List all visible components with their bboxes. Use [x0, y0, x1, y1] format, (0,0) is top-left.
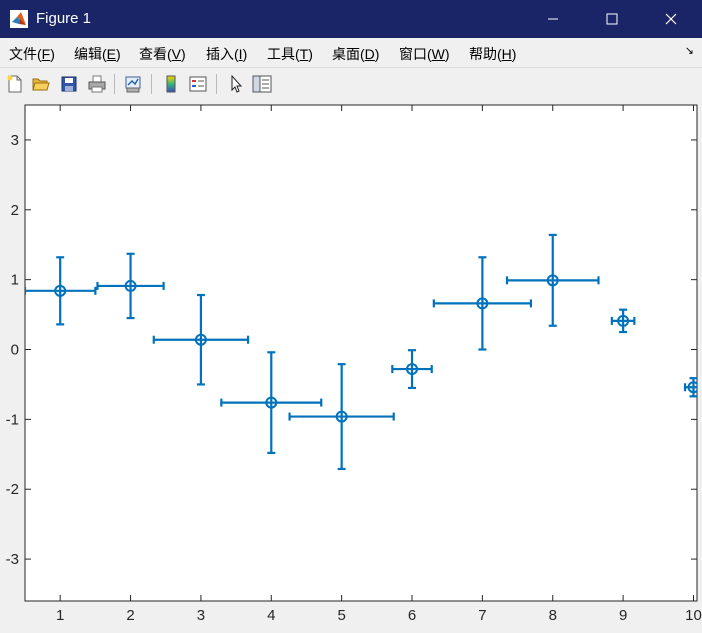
close-button[interactable] [648, 0, 694, 38]
x-tick-label: 8 [549, 607, 557, 624]
pointer-icon [231, 75, 243, 93]
toolbar [0, 67, 702, 102]
menu-overflow-icon[interactable]: ↘ [685, 44, 694, 57]
link-plot-button[interactable] [122, 73, 144, 95]
menu-tools[interactable]: 工具(T) [267, 44, 313, 64]
axes-box [24, 104, 698, 602]
menu-file[interactable]: 文件(F) [9, 44, 55, 64]
x-tick-label: 4 [267, 607, 275, 624]
x-tick-label: 5 [337, 607, 345, 624]
menu-window[interactable]: 窗口(W) [399, 44, 450, 64]
x-tick-label: 9 [619, 607, 627, 624]
y-tick-label: -3 [6, 551, 19, 568]
toolbar-separator [151, 74, 152, 94]
maximize-icon [606, 13, 618, 25]
y-tick-label: 3 [11, 132, 19, 149]
colorbar-button[interactable] [160, 73, 182, 95]
menu-help[interactable]: 帮助(H) [469, 44, 516, 64]
minimize-button[interactable] [530, 0, 576, 38]
print-button[interactable] [86, 73, 108, 95]
y-tick-label: -1 [6, 411, 19, 428]
property-inspector-button[interactable] [251, 73, 273, 95]
title-bar: Figure 1 [0, 0, 702, 38]
y-tick-label: 2 [11, 202, 19, 219]
x-tick-label: 1 [56, 607, 64, 624]
y-tick-label: -2 [6, 481, 19, 498]
property-inspector-icon [252, 75, 272, 93]
errorbar-chart[interactable]: 1 2 3 4 5 6 7 8 9 10 -3 -2 -1 0 1 2 3 [0, 101, 702, 628]
x-tick-label: 10 [685, 607, 702, 624]
legend-button[interactable] [187, 73, 209, 95]
menu-view[interactable]: 查看(V) [139, 44, 186, 64]
toolbar-separator [216, 74, 217, 94]
new-figure-icon [7, 75, 22, 93]
x-tick-label: 2 [126, 607, 134, 624]
toolbar-separator [114, 74, 115, 94]
menu-insert[interactable]: 插入(I) [206, 44, 247, 64]
link-plot-icon [125, 76, 141, 93]
save-button[interactable] [58, 73, 80, 95]
open-file-button[interactable] [30, 73, 52, 95]
minimize-icon [548, 18, 558, 20]
matlab-logo-icon [10, 10, 28, 28]
menu-edit[interactable]: 编辑(E) [74, 44, 121, 64]
pointer-button[interactable] [225, 73, 247, 95]
close-icon [665, 13, 677, 25]
print-icon [88, 75, 106, 93]
x-tick-label: 7 [478, 607, 486, 624]
x-tick-label: 3 [197, 607, 205, 624]
maximize-button[interactable] [589, 0, 635, 38]
save-icon [61, 76, 77, 92]
x-tick-label: 6 [408, 607, 416, 624]
menu-desktop[interactable]: 桌面(D) [332, 44, 379, 64]
window-title: Figure 1 [36, 10, 92, 27]
open-file-icon [32, 78, 50, 91]
y-tick-label: 1 [11, 272, 19, 289]
y-tick-label: 0 [11, 342, 19, 359]
legend-icon [189, 76, 207, 92]
new-figure-button[interactable] [4, 73, 26, 95]
colorbar-icon [166, 75, 176, 93]
figure-area: 1 2 3 4 5 6 7 8 9 10 -3 -2 -1 0 1 2 3 [0, 101, 702, 628]
